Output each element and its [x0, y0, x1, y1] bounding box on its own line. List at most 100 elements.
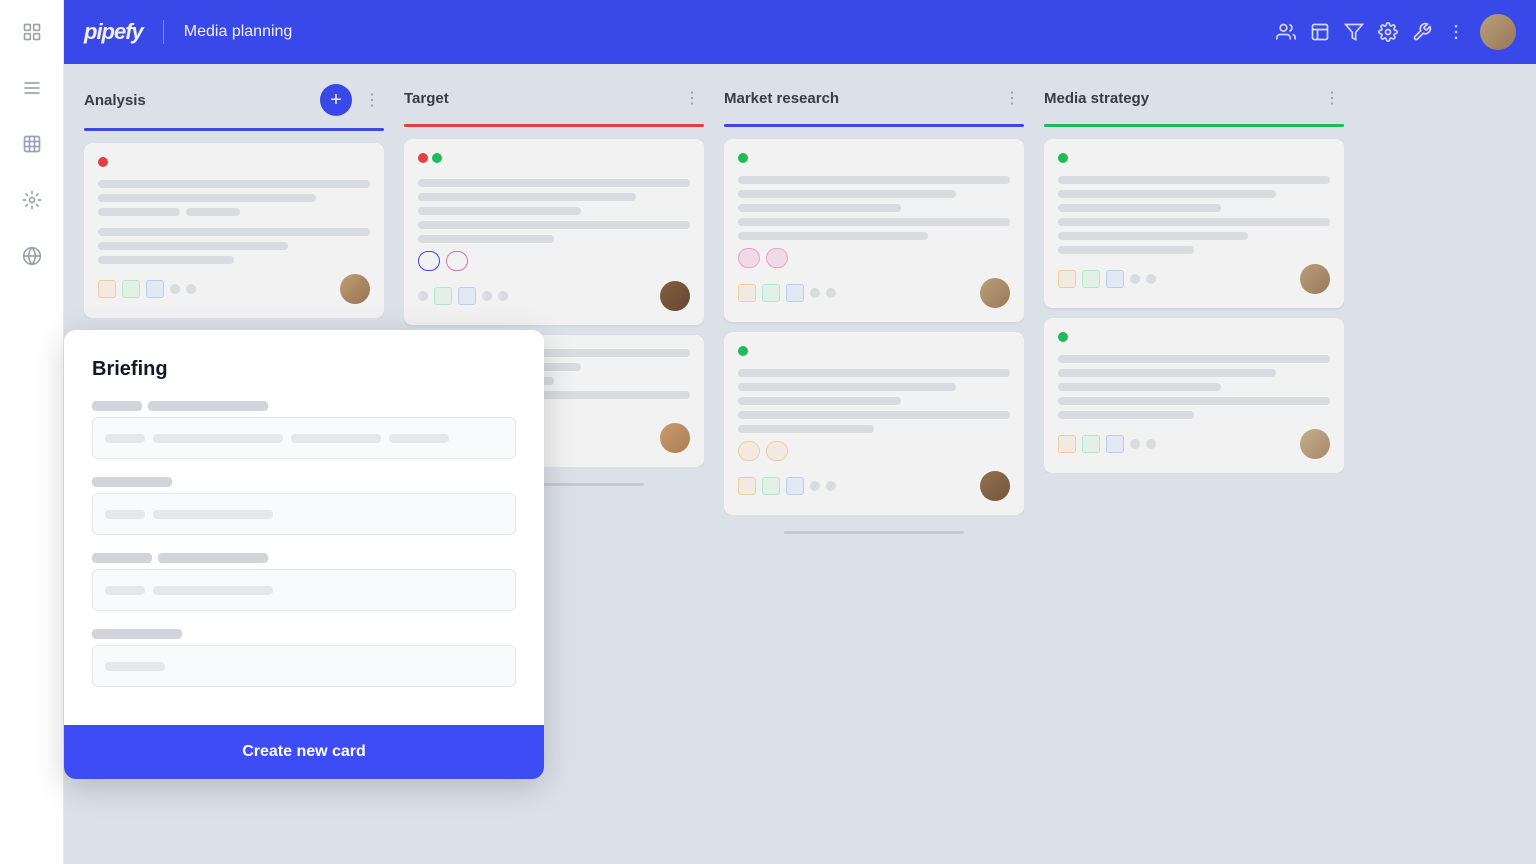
card-tag[interactable]: [418, 251, 440, 271]
card-dot-red: [98, 157, 108, 167]
card-icon-blue[interactable]: [786, 477, 804, 495]
header-divider: [163, 20, 164, 44]
avatar: [980, 471, 1010, 501]
table-row[interactable]: [724, 332, 1024, 515]
column-header-analysis: Analysis + ⋮: [84, 84, 384, 116]
card-line: [418, 235, 554, 243]
card-icon-orange[interactable]: [1058, 435, 1076, 453]
table-row[interactable]: [404, 139, 704, 325]
placeholder-pill: [291, 434, 381, 443]
tool-icon[interactable]: [1412, 22, 1432, 42]
card-tag-orange[interactable]: [738, 441, 760, 461]
card-line: [98, 180, 370, 188]
card-icon-green[interactable]: [762, 477, 780, 495]
card-icon-green[interactable]: [122, 280, 140, 298]
card-line: [1058, 232, 1248, 240]
card-icon-orange[interactable]: [98, 280, 116, 298]
card-tag[interactable]: [446, 251, 468, 271]
card-icon-dot: [170, 284, 180, 294]
sidebar-item-list[interactable]: [16, 72, 48, 104]
card-footer-icons: [98, 280, 196, 298]
card-icon-dot: [826, 288, 836, 298]
label-box: [92, 629, 182, 639]
table-row[interactable]: [724, 139, 1024, 322]
input-placeholder: [105, 662, 165, 671]
card-icon-orange[interactable]: [1058, 270, 1076, 288]
user-avatar[interactable]: [1480, 14, 1516, 50]
column-title-analysis: Analysis: [84, 92, 312, 109]
card-line: [738, 232, 928, 240]
input-placeholder: [105, 434, 449, 443]
card-tags: [738, 248, 1010, 268]
card-footer: [418, 281, 690, 311]
column-add-button-analysis[interactable]: +: [320, 84, 352, 116]
column-menu-media-strategy[interactable]: ⋮: [1320, 84, 1344, 112]
form-input-3[interactable]: [92, 569, 516, 611]
card-icon-dot: [1130, 274, 1140, 284]
form-input-4[interactable]: [92, 645, 516, 687]
column-title-market-research: Market research: [724, 90, 992, 107]
card-icon-green[interactable]: [1082, 270, 1100, 288]
column-menu-target[interactable]: ⋮: [680, 84, 704, 112]
column-menu-market-research[interactable]: ⋮: [1000, 84, 1024, 112]
label-box: [158, 553, 268, 563]
card-icon-dot: [186, 284, 196, 294]
card-line: [1058, 190, 1276, 198]
card-line: [98, 228, 370, 236]
form-input-2[interactable]: [92, 493, 516, 535]
users-icon[interactable]: [1276, 22, 1296, 42]
sidebar-item-table[interactable]: [16, 128, 48, 160]
card-icon-blue[interactable]: [458, 287, 476, 305]
placeholder-pill: [105, 662, 165, 671]
placeholder-pill: [153, 586, 273, 595]
form-group-3: [92, 553, 516, 611]
card-tag-pink[interactable]: [738, 248, 760, 268]
card-tag-orange2[interactable]: [766, 441, 788, 461]
card-icon-green[interactable]: [1082, 435, 1100, 453]
sidebar-item-dashboard[interactable]: [16, 16, 48, 48]
create-new-card-button[interactable]: Create new card: [92, 743, 516, 761]
card-footer-icons: [1058, 435, 1156, 453]
sidebar-item-automation[interactable]: [16, 184, 48, 216]
card-dot-green: [1058, 332, 1068, 342]
card-tag-pink2[interactable]: [766, 248, 788, 268]
table-row[interactable]: [84, 143, 384, 318]
column-bar-market-research: [724, 124, 1024, 127]
card-footer-icons: [1058, 270, 1156, 288]
column-bar-analysis: [84, 128, 384, 131]
header: pipefy Media planning: [64, 0, 1536, 64]
card-icon-blue[interactable]: [786, 284, 804, 302]
placeholder-pill: [153, 510, 273, 519]
card-tags: [418, 251, 690, 271]
card-icon-blue[interactable]: [1106, 270, 1124, 288]
card-icon-green[interactable]: [762, 284, 780, 302]
card-line: [738, 218, 1010, 226]
card-icon-blue[interactable]: [1106, 435, 1124, 453]
avatar: [1300, 264, 1330, 294]
filter-icon[interactable]: [1344, 22, 1364, 42]
card-line: [1058, 355, 1330, 363]
avatar: [340, 274, 370, 304]
card-line: [738, 204, 901, 212]
table-row[interactable]: [1044, 139, 1344, 308]
card-line: [738, 383, 956, 391]
form-label-4: [92, 629, 516, 639]
card-line: [1058, 176, 1330, 184]
settings-icon[interactable]: [1378, 22, 1398, 42]
table-row[interactable]: [1044, 318, 1344, 473]
card-icon-orange[interactable]: [738, 284, 756, 302]
more-icon[interactable]: [1446, 22, 1466, 42]
header-title: Media planning: [184, 23, 293, 41]
column-menu-analysis[interactable]: ⋮: [360, 86, 384, 114]
card-line: [738, 411, 1010, 419]
card-icon-blue[interactable]: [146, 280, 164, 298]
column-header-target: Target ⋮: [404, 84, 704, 112]
card-line: [98, 256, 234, 264]
placeholder-pill: [389, 434, 449, 443]
sidebar-item-public[interactable]: [16, 240, 48, 272]
form-input-1[interactable]: [92, 417, 516, 459]
import-icon[interactable]: [1310, 22, 1330, 42]
label-box: [148, 401, 268, 411]
card-icon-green[interactable]: [434, 287, 452, 305]
card-icon-orange[interactable]: [738, 477, 756, 495]
